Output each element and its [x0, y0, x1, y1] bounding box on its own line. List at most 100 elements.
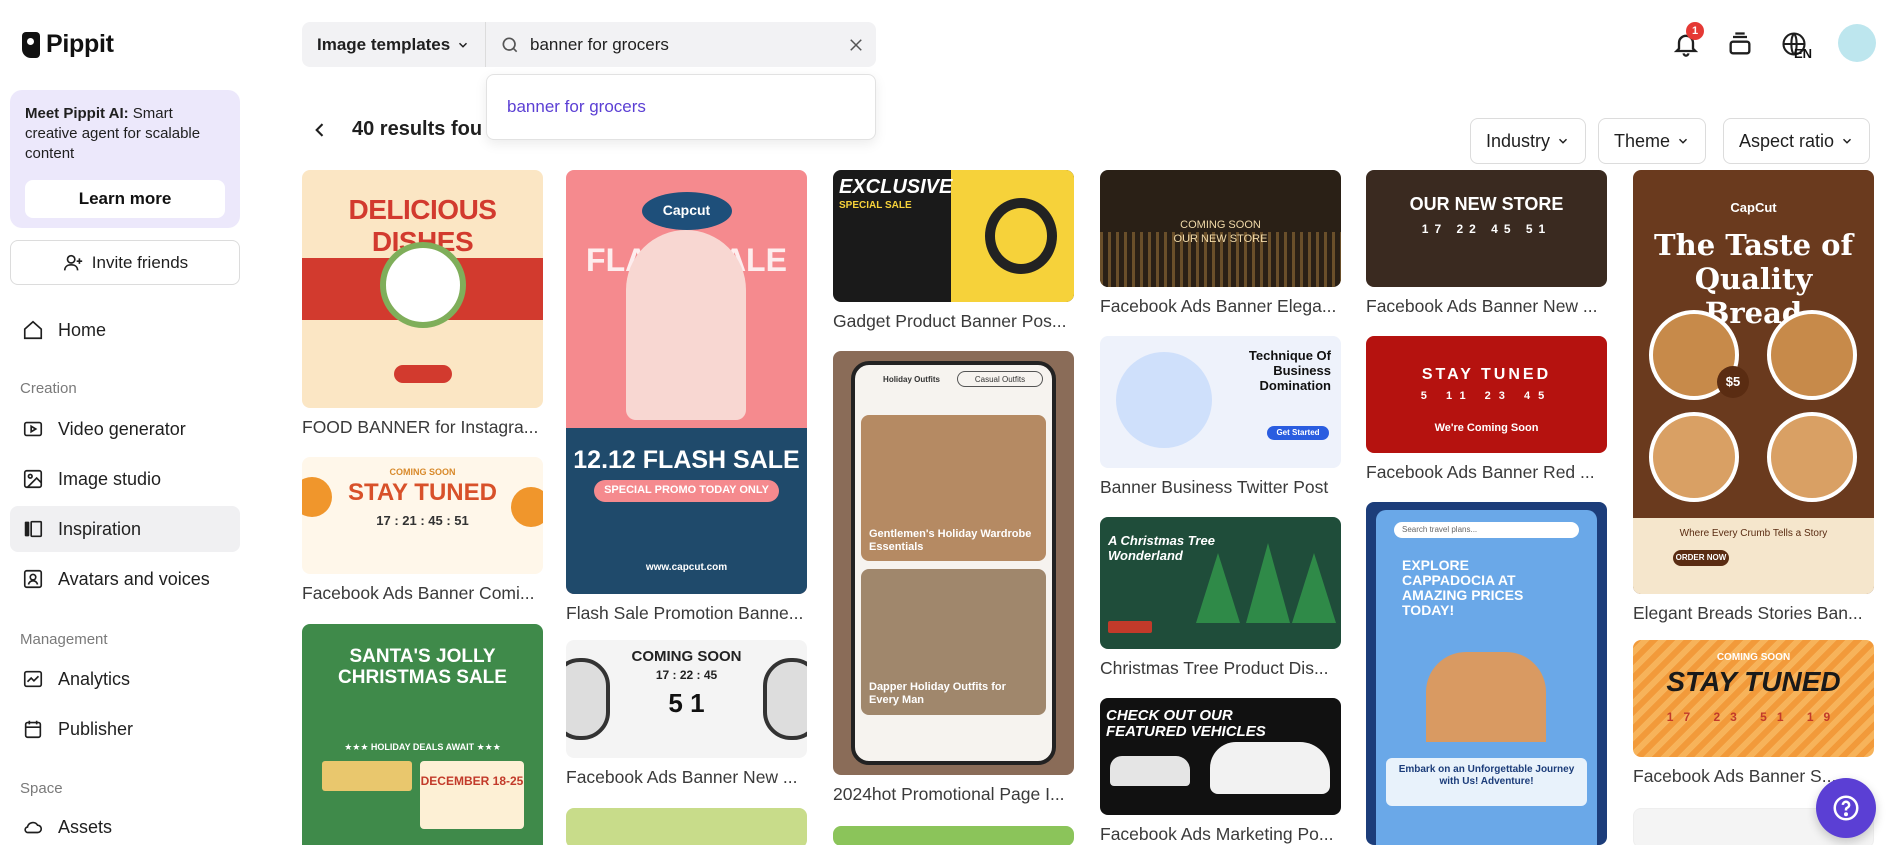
learn-more-button[interactable]: Learn more	[25, 180, 225, 218]
template-caption: Gadget Product Banner Pos...	[833, 311, 1067, 331]
template-card[interactable]: OUR NEW STORE 17 22 45 51 Facebook Ads B…	[1366, 170, 1607, 317]
template-card[interactable]: CHECK OUT OUR FEATURED VEHICLES Facebook…	[1100, 698, 1341, 845]
notification-count-badge: 1	[1686, 22, 1704, 40]
sidebar-item-assets[interactable]: Assets	[10, 804, 240, 845]
template-card[interactable]: A Christmas Tree Wonderland Christmas Tr…	[1100, 517, 1341, 679]
thumbnail-title-2: Dapper Holiday Outfits for Every Man	[869, 681, 1006, 706]
template-caption: 2024hot Promotional Page I...	[833, 784, 1065, 804]
template-type-label: Image templates	[317, 34, 451, 54]
add-user-icon	[62, 252, 84, 274]
sidebar-item-inspiration[interactable]: Inspiration	[10, 506, 240, 552]
template-caption: Facebook Ads Banner Elega...	[1100, 296, 1337, 316]
template-caption: Facebook Ads Banner New ...	[1366, 296, 1598, 316]
video-icon	[22, 418, 44, 440]
user-avatar[interactable]	[1838, 24, 1876, 62]
template-type-dropdown[interactable]: Image templates	[302, 22, 486, 67]
avatar-icon	[22, 568, 44, 590]
template-caption: Facebook Ads Banner Comi...	[302, 583, 535, 603]
promo-text: Meet Pippit AI: Smart creative agent for…	[25, 105, 201, 162]
template-caption: FOOD BANNER for Instagra...	[302, 417, 539, 437]
template-card[interactable]: SANTA'S JOLLY CHRISTMAS SALE ★★★ HOLIDAY…	[302, 624, 543, 845]
template-thumbnail: COMING SOON STAY TUNED 17 23 51 19	[1633, 640, 1874, 757]
results-count: 40 results fou	[352, 118, 483, 140]
template-thumbnail: COMING SOON 17 : 22 : 45 5 1	[566, 640, 807, 758]
notifications-button[interactable]: 1	[1668, 22, 1704, 62]
sidebar-item-analytics[interactable]: Analytics	[10, 656, 240, 702]
template-thumbnail: A Christmas Tree Wonderland	[1100, 517, 1341, 649]
brand-name: Pippit	[46, 30, 114, 58]
close-icon	[850, 38, 862, 51]
thumbnail-button: ORDER NOW	[1675, 553, 1727, 562]
thumbnail-title: CHECK OUT OUR FEATURED VEHICLES	[1106, 707, 1266, 740]
theme-filter[interactable]: Theme	[1598, 118, 1707, 164]
template-caption: Banner Business Twitter Post	[1100, 477, 1329, 497]
template-thumbnail: EXCLUSIVE SPECIAL SALE	[833, 170, 1074, 302]
management-section-label: Management	[20, 631, 108, 648]
search-suggestion[interactable]: banner for grocers	[486, 74, 876, 140]
analytics-icon	[22, 668, 44, 690]
template-thumbnail	[833, 826, 1074, 845]
thumbnail-timer: 17 : 22 : 45	[655, 668, 718, 682]
template-card[interactable]	[566, 808, 807, 845]
template-card[interactable]: Technique Of Business Domination Get Sta…	[1100, 336, 1341, 498]
template-card[interactable]: EXCLUSIVE SPECIAL SALE Gadget Product Ba…	[833, 170, 1074, 332]
template-thumbnail: DELICIOUS DISHES	[302, 170, 543, 408]
sidebar-item-label: Avatars and voices	[58, 568, 210, 589]
thumbnail-title: COMING SOON OUR NEW STORE	[1173, 219, 1268, 245]
template-card[interactable]: COMING SOON 17 : 22 : 45 5 1 Facebook Ad…	[566, 640, 807, 788]
invite-friends-label: Invite friends	[91, 252, 189, 272]
sidebar-item-label: Video generator	[58, 418, 186, 439]
thumbnail-title: EXPLORE CAPPADOCIA AT AMAZING PRICES TOD…	[1402, 557, 1524, 618]
template-card[interactable]: COMING SOON OUR NEW STORE Facebook Ads B…	[1100, 170, 1341, 317]
brand-logo[interactable]: Pippit	[22, 30, 114, 59]
thumbnail-brand: Capcut	[662, 202, 711, 218]
theme-filter-label: Theme	[1614, 130, 1671, 151]
template-card[interactable]: COMING SOON STAY TUNED 17 23 51 19 Faceb…	[1633, 640, 1874, 787]
clear-search-button[interactable]	[836, 36, 876, 54]
template-card[interactable]: Holiday Outfits Casual Outfits Gentlemen…	[833, 351, 1074, 805]
sidebar-item-label: Image studio	[58, 468, 162, 489]
thumbnail-timer: 17 22 45 51	[1421, 222, 1552, 236]
search-input[interactable]	[520, 34, 836, 55]
sidebar-item-video-generator[interactable]: Video generator	[10, 406, 240, 452]
chevron-left-icon	[315, 123, 324, 137]
template-thumbnail: STAY TUNED 5 11 23 45 We're Coming Soon	[1366, 336, 1607, 453]
cloud-icon	[22, 816, 44, 838]
creation-section-label: Creation	[20, 380, 77, 397]
search-icon	[500, 35, 520, 55]
template-thumbnail: SANTA'S JOLLY CHRISTMAS SALE ★★★ HOLIDAY…	[302, 624, 543, 845]
template-card[interactable]: DELICIOUS DISHES FOOD BANNER for Instagr…	[302, 170, 543, 438]
sidebar-item-home[interactable]: Home	[10, 307, 240, 353]
language-button[interactable]: EN	[1776, 26, 1812, 62]
template-card[interactable]	[833, 826, 1074, 845]
sidebar-item-avatars[interactable]: Avatars and voices	[10, 556, 240, 602]
template-card[interactable]: STAY TUNED 5 11 23 45 We're Coming Soon …	[1366, 336, 1607, 483]
thumbnail-subtitle: ★★★ HOLIDAY DEALS AWAIT ★★★	[344, 742, 501, 752]
sidebar-item-label: Assets	[58, 816, 113, 837]
aspect-ratio-filter[interactable]: Aspect ratio	[1723, 118, 1871, 164]
industry-filter[interactable]: Industry	[1470, 118, 1587, 164]
thumbnail-search: Search travel plans...	[1402, 525, 1478, 534]
sidebar-item-image-studio[interactable]: Image studio	[10, 456, 240, 502]
template-card[interactable]: CapCut The Taste of Quality Bread $5 Whe…	[1633, 170, 1874, 624]
thumbnail-subtitle: SPECIAL PROMO TODAY ONLY	[604, 484, 769, 496]
home-icon	[22, 319, 44, 341]
back-button[interactable]	[310, 120, 330, 140]
sidebar-item-publisher[interactable]: Publisher	[10, 706, 240, 752]
template-card[interactable]: COMING SOON STAY TUNED 17 : 21 : 45 : 51…	[302, 457, 543, 604]
invite-friends-button[interactable]: Invite friends	[10, 240, 240, 285]
template-card[interactable]: Capcut FLASH SALE 12.12 FLASH SALE SPECI…	[566, 170, 807, 624]
template-caption: Facebook Ads Marketing Po...	[1100, 824, 1334, 844]
template-thumbnail: OUR NEW STORE 17 22 45 51	[1366, 170, 1607, 287]
chevron-down-icon	[1843, 138, 1852, 144]
help-button[interactable]	[1816, 778, 1876, 838]
space-section-label: Space	[20, 780, 63, 797]
template-caption: Flash Sale Promotion Banne...	[566, 603, 804, 623]
image-icon	[22, 468, 44, 490]
thumbnail-url: www.capcut.com	[645, 562, 728, 573]
stack-button[interactable]	[1722, 26, 1758, 62]
app: Pippit Meet Pippit AI: Smart creative ag…	[0, 0, 1900, 845]
pippit-logo-icon	[22, 31, 40, 58]
template-card[interactable]: Search travel plans... EXPLORE CAPPADOCI…	[1366, 502, 1607, 845]
thumbnail-button: Get Started	[1276, 428, 1320, 437]
